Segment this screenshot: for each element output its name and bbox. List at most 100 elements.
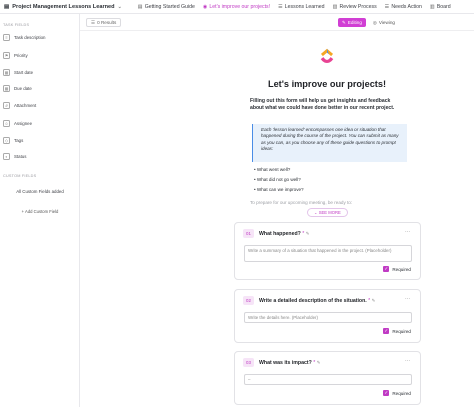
field-label: Attachment (14, 103, 37, 108)
question-card-1[interactable]: 01 What happened? * ✎ ··· Write a summar… (234, 222, 421, 280)
list-icon: ☰ (278, 3, 283, 10)
more-options-icon[interactable]: ··· (405, 358, 410, 364)
mode-toggle: ✎ Editing ◎ Viewing (338, 18, 399, 27)
tab-getting-started-guide[interactable]: ▤ Getting Started Guide (134, 0, 199, 13)
pencil-icon[interactable]: ✎ (306, 231, 310, 236)
app-title[interactable]: ▤ Project Management Lessons Learned ⌄ (4, 4, 122, 10)
question-title[interactable]: Write a detailed description of the situ… (259, 298, 376, 304)
list-item: What did not go well? (254, 175, 304, 185)
sidebar-field-task-description[interactable]: ≡ Task description (3, 30, 76, 45)
tab-lessons-learned[interactable]: ☰ Lessons Learned (274, 0, 328, 13)
see-more-button[interactable]: ⌄ SEE MORE (307, 208, 348, 217)
sidebar-field-due-date[interactable]: ▦ Due date (3, 81, 76, 96)
list-icon: ☰ (91, 19, 96, 25)
pencil-icon[interactable]: ✎ (317, 360, 321, 365)
tag-icon: ◇ (3, 137, 10, 144)
sidebar-field-start-date[interactable]: ▦ Start date (3, 65, 76, 80)
answer-textarea[interactable]: Write the details here. (Placeholder) (244, 312, 412, 323)
faded-description-text: To prepare for our upcoming meeting, be … (250, 200, 353, 205)
field-label: Priority (14, 53, 28, 58)
fields-sidebar: TASK FIELDS ≡ Task description ⚑ Priorit… (0, 14, 80, 407)
question-card-2[interactable]: 02 Write a detailed description of the s… (234, 289, 421, 343)
form-icon: ◉ (202, 3, 208, 10)
more-options-icon[interactable]: ··· (405, 296, 410, 302)
task-fields-heading: TASK FIELDS (3, 23, 30, 27)
eye-icon: ◎ (372, 19, 377, 25)
form-intro[interactable]: Filling out this form will help us get i… (250, 98, 405, 112)
required-toggle[interactable]: ✓ Required (383, 266, 411, 272)
answer-textarea[interactable]: Write a summary of a situation that happ… (244, 245, 412, 262)
form-title[interactable]: Let's improve our projects! (230, 79, 424, 89)
question-title[interactable]: What happened? * ✎ (259, 231, 310, 237)
required-toggle[interactable]: ✓ Required (383, 328, 411, 334)
tab-board[interactable]: ▥ Board (426, 0, 455, 13)
field-label: Status (14, 154, 27, 159)
question-title[interactable]: What was its impact? * ✎ (259, 360, 321, 366)
sidebar-field-tags[interactable]: ◇ Tags (3, 133, 76, 148)
required-label: Required (392, 328, 411, 334)
view-tabs: ▤ Getting Started Guide ◉ Let's improve … (134, 0, 455, 13)
answer-input[interactable]: – (244, 374, 412, 385)
tab-label: Lessons Learned (284, 3, 325, 10)
text-icon: ≡ (3, 34, 10, 41)
editing-label: Editing (347, 20, 362, 25)
question-title-text: Write a detailed description of the situ… (259, 298, 367, 304)
tab-label: Getting Started Guide (144, 3, 195, 10)
status-icon: ◐ (3, 153, 10, 160)
required-asterisk: * (368, 298, 371, 304)
more-options-icon[interactable]: ··· (405, 229, 410, 235)
guide-callout[interactable]: Each 'lesson learned' encompasses one id… (252, 124, 407, 162)
checkbox-checked-icon[interactable]: ✓ (383, 266, 390, 272)
required-label: Required (392, 266, 411, 272)
viewing-label: Viewing (378, 20, 395, 25)
field-label: Task description (14, 35, 46, 40)
checkbox-checked-icon[interactable]: ✓ (383, 328, 390, 334)
field-label: Start date (14, 70, 34, 75)
sidebar-field-priority[interactable]: ⚑ Priority (3, 48, 76, 63)
app-title-label: Project Management Lessons Learned (12, 3, 115, 10)
required-asterisk: * (313, 360, 316, 366)
paperclip-icon: ∂ (3, 102, 10, 109)
doc-icon: ▤ (4, 3, 10, 10)
see-more-label: SEE MORE (318, 210, 341, 215)
tab-lets-improve-form[interactable]: ◉ Let's improve our projects! (199, 0, 274, 13)
list-item: What went well? (254, 165, 304, 175)
viewing-button[interactable]: ◎ Viewing (369, 18, 399, 27)
top-bar: ▤ Project Management Lessons Learned ⌄ ▤… (0, 0, 474, 14)
field-label: Tags (14, 138, 24, 143)
question-title-text: What was its impact? (259, 360, 312, 366)
required-label: Required (392, 390, 411, 396)
board-icon: ▥ (332, 3, 338, 10)
add-custom-field-button[interactable]: + Add Custom Field (0, 209, 80, 214)
required-toggle[interactable]: ✓ Required (383, 390, 411, 396)
tab-needs-action[interactable]: ☰ Needs Action (381, 0, 426, 13)
editing-button[interactable]: ✎ Editing (338, 18, 366, 27)
custom-fields-heading: CUSTOM FIELDS (3, 174, 37, 178)
tab-label: Review Process (339, 3, 377, 10)
calendar-icon: ▦ (3, 85, 10, 92)
field-label: Due date (14, 86, 32, 91)
checkbox-checked-icon[interactable]: ✓ (383, 390, 390, 396)
tab-review-process[interactable]: ▥ Review Process (329, 0, 381, 13)
question-number: 01 (243, 229, 254, 238)
question-card-3[interactable]: 03 What was its impact? * ✎ ··· – ✓ Requ… (234, 351, 421, 405)
required-asterisk: * (302, 231, 305, 237)
board-icon: ▥ (429, 3, 435, 10)
doc-icon: ▤ (137, 3, 143, 10)
results-count: 0 Results (97, 20, 117, 25)
pencil-icon[interactable]: ✎ (372, 298, 376, 303)
flag-icon: ⚑ (3, 52, 10, 59)
sidebar-field-attachment[interactable]: ∂ Attachment (3, 98, 76, 113)
field-label: Assignee (14, 121, 33, 126)
question-number: 02 (243, 296, 254, 305)
results-badge[interactable]: ☰ 0 Results (86, 18, 122, 27)
question-title-text: What happened? (259, 231, 301, 237)
chevron-down-icon[interactable]: ⌄ (118, 4, 122, 10)
guide-questions-list: What went well? What did not go well? Wh… (254, 165, 304, 195)
list-icon: ☰ (384, 3, 390, 10)
custom-fields-empty-text: All Custom Fields added (16, 189, 64, 194)
pencil-icon: ✎ (342, 19, 346, 25)
clickup-logo-icon (320, 48, 334, 64)
sidebar-field-assignee[interactable]: ☺ Assignee (3, 116, 76, 131)
sidebar-field-status[interactable]: ◐ Status (3, 149, 76, 164)
